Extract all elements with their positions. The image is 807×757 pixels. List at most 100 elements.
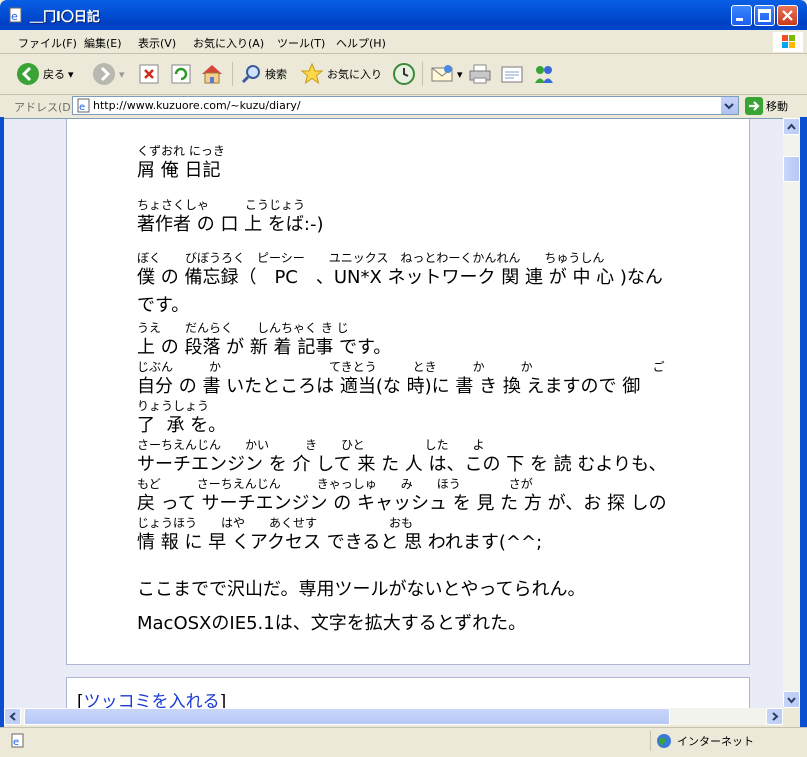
svg-text:e: e [13,737,19,748]
menu-bar: ファイル(F) 編集(E) 表示(V) お気に入り(A) ツール(T) ヘルプ(… [0,30,807,54]
search-icon [241,65,260,84]
mail-button[interactable]: ▾ [430,60,463,88]
search-engine-line: サーチエンジン を 介 して 来 た 人 は、この 下 を 読 むよりも、 [137,454,667,475]
minimize-button[interactable] [731,5,752,26]
messenger-icon [535,66,553,83]
forward-dropdown-icon[interactable]: ▾ [119,68,125,81]
new-entries-line: 上 の 段落 が 新 着 記事 です。 [137,337,392,358]
author-line: 著作者 の 口 上 をば:-) [137,214,324,235]
mail-dropdown-icon[interactable]: ▾ [457,68,463,81]
diary-page: くずおれ にっき 屑 俺 日記 ちょさくしゃ こうじょう 著作者 の 口 上 を… [4,119,783,709]
window-frame-right [800,30,807,757]
zone-label: インターネット [677,735,754,748]
memo-line-continued: です。 [137,295,190,316]
title-bar[interactable]: e ＿冂I〇日記 [0,0,807,30]
memo-line: 僕 の 備忘録（ PC 、UN*X ネットワーク 関 連 が 中 心 )なん [137,267,663,288]
horizontal-scrollbar[interactable] [4,708,783,725]
favorites-button[interactable]: お気に入り [300,60,382,88]
scroll-up-button[interactable] [783,118,800,135]
chevron-left-icon [9,712,16,721]
note-line: MacOSXのIE5.1は、文字を拡大するとずれた。 [137,613,527,634]
menu-view[interactable]: 表示(V) [138,35,176,51]
comment-section: [ツッコミを入れる] [66,677,750,709]
svg-text:e: e [79,102,85,113]
maximize-icon [758,9,771,22]
go-arrow-icon [745,97,763,115]
address-input[interactable]: e http://www.kuzuore.com/~kuzu/diary/ [72,96,739,115]
menu-help[interactable]: ヘルプ(H) [336,35,386,51]
scroll-down-button[interactable] [783,691,800,708]
window-title: ＿冂I〇日記 [30,10,100,25]
ie-page-icon: e [9,7,22,23]
maximize-button[interactable] [754,5,775,26]
page-icon: e [77,98,90,113]
rewrite-line: 自分 の 書 いたところは 適当(な 時)に 書 き 換 えますので 御 [137,376,641,397]
star-icon [300,62,324,85]
edit-document-icon [501,66,523,83]
forward-arrow-icon [93,63,115,85]
cache-line: 戻 って サーチエンジン の キャッシュ を 見 た 方 が、お 探 しの [137,493,667,514]
comment-link-wrapper: [ツッコミを入れる] [77,687,226,709]
address-url: http://www.kuzuore.com/~kuzu/diary/ [93,99,301,112]
info-access-line: 情 報 に 早 くアクセス できると 思 われます(^^; [137,532,543,553]
favorites-label: お気に入り [327,68,382,81]
address-dropdown-button[interactable] [720,97,738,114]
scroll-left-button[interactable] [4,708,21,725]
printer-icon [469,64,491,84]
go-button[interactable]: 移動 [745,96,788,116]
close-button[interactable] [777,5,798,26]
home-icon [202,65,222,84]
stop-button[interactable] [138,60,160,88]
go-label: 移動 [766,100,788,113]
scroll-thumb[interactable] [783,156,800,182]
address-bar: アドレス(D) e http://www.kuzuore.com/~kuzu/d… [0,95,807,117]
refresh-icon [171,64,191,84]
edit-button[interactable] [500,60,524,88]
acknowledge-line: 了 承 を。 [137,415,227,436]
menu-file[interactable]: ファイル(F) [18,35,77,51]
messenger-button[interactable] [532,60,556,88]
back-label: 戻る [43,68,65,81]
close-icon [782,10,793,21]
horizontal-scroll-thumb[interactable] [24,708,670,725]
browser-window: e ＿冂I〇日記 ファイル(F) 編集(E) 表示(V) お気に入り(A) ツー… [0,0,807,757]
globe-icon [657,734,671,748]
add-comment-link[interactable]: ツッコミを入れる [84,692,220,709]
menu-favorites[interactable]: お気に入り(A) [193,35,264,51]
chevron-up-icon [787,123,796,130]
page-viewport[interactable]: くずおれ にっき 屑 俺 日記 ちょさくしゃ こうじょう 著作者 の 口 上 を… [4,118,783,709]
chevron-right-icon [772,712,779,721]
search-label: 検索 [265,68,287,81]
stop-icon [139,64,159,84]
forward-button[interactable]: ▾ [92,60,125,88]
home-button[interactable] [200,60,224,88]
security-zone: インターネット [650,731,801,751]
page-status-icon: e [11,733,24,748]
windows-logo-icon [773,32,803,52]
toolbar: 戻る ▾ ▾ 検索 お気に入り ▾ [0,54,807,95]
back-dropdown-icon[interactable]: ▾ [68,68,74,81]
refresh-button[interactable] [170,60,192,88]
menu-edit[interactable]: 編集(E) [84,35,122,51]
search-button[interactable]: 検索 [240,60,287,88]
minimize-icon [736,18,743,21]
note-line: ここまでで沢山だ。専用ツールがないとやってられん。 [137,579,586,600]
scroll-right-button[interactable] [766,708,783,725]
toolbar-separator [232,62,233,86]
print-button[interactable] [468,60,492,88]
history-icon [393,63,415,85]
history-button[interactable] [392,60,416,88]
vertical-scrollbar[interactable] [783,118,800,708]
status-bar: e インターネット [0,727,807,757]
chevron-down-icon [787,697,796,704]
mail-icon [431,65,453,82]
diary-section: くずおれ にっき 屑 俺 日記 ちょさくしゃ こうじょう 著作者 の 口 上 を… [66,119,750,665]
back-arrow-icon [17,63,39,85]
svg-text:e: e [11,10,18,23]
address-label: アドレス(D) [14,101,76,114]
toolbar-separator [422,62,423,86]
menu-tools[interactable]: ツール(T) [277,35,325,51]
back-button[interactable]: 戻る ▾ [16,60,74,88]
diary-title-line: 屑 俺 日記 [137,160,221,181]
chevron-down-icon [724,103,734,110]
